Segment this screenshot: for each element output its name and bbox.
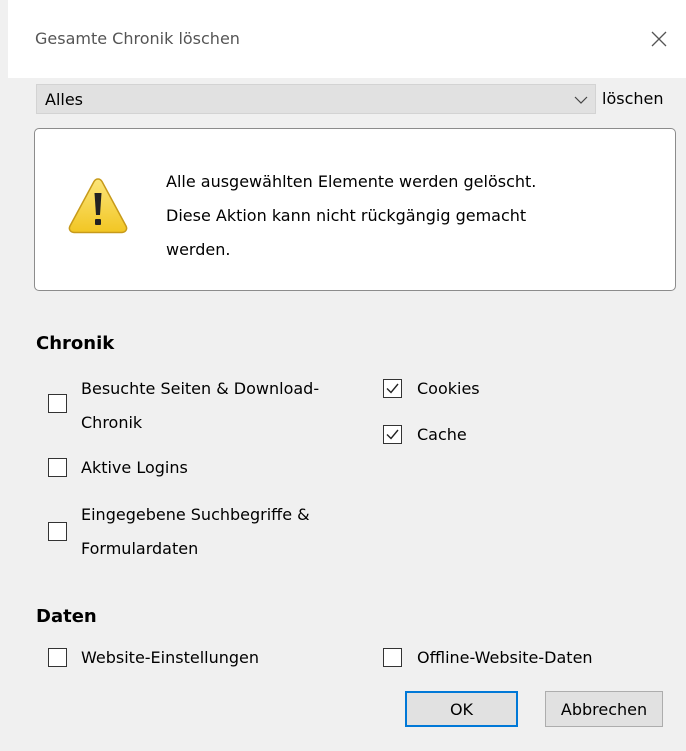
window-edge (0, 0, 8, 751)
window-title: Gesamte Chronik löschen (35, 29, 240, 48)
browsing-history-label-1: Besuchte Seiten & Download- (81, 379, 320, 398)
warning-box: Alle ausgewählten Elemente werden gelösc… (34, 128, 676, 291)
checkbox-box[interactable] (383, 379, 402, 398)
cookies-label: Cookies (417, 379, 480, 398)
warning-line-3: werden. (166, 240, 231, 259)
warning-icon (68, 178, 128, 234)
history-section-title: Chronik (36, 333, 115, 354)
checkbox-box[interactable] (48, 522, 67, 541)
clear-history-dialog: Gesamte Chronik löschen Alles löschen Al… (0, 0, 686, 751)
chevron-down-icon (574, 96, 588, 104)
checkbox-box[interactable] (383, 648, 402, 667)
delete-label: löschen (602, 89, 664, 108)
checkbox-offline-data[interactable]: Offline-Website-Daten (383, 641, 643, 675)
close-button[interactable] (644, 24, 674, 54)
checkbox-label: Besuchte Seiten & Download- Chronik (81, 372, 319, 440)
form-search-label-1: Eingegebene Suchbegriffe & (81, 505, 310, 524)
checkbox-box[interactable] (48, 648, 67, 667)
checkbox-box[interactable] (383, 425, 402, 444)
checkbox-site-settings[interactable]: Website-Einstellungen (48, 641, 348, 675)
cancel-button[interactable]: Abbrechen (545, 691, 663, 727)
checkbox-label: Eingegebene Suchbegriffe & Formulardaten (81, 498, 310, 566)
checkbox-cookies[interactable]: Cookies (383, 372, 583, 406)
checkmark-icon (386, 429, 399, 440)
checkbox-form-search-history[interactable]: Eingegebene Suchbegriffe & Formulardaten (48, 498, 348, 568)
time-range-select[interactable]: Alles (36, 84, 596, 114)
checkbox-browsing-history[interactable]: Besuchte Seiten & Download- Chronik (48, 372, 348, 442)
ok-button[interactable]: OK (405, 691, 518, 727)
close-icon (651, 31, 667, 47)
time-range-value: Alles (45, 89, 84, 109)
checkmark-icon (386, 383, 399, 394)
cache-label: Cache (417, 425, 467, 444)
data-section-title: Daten (36, 606, 97, 627)
title-bar: Gesamte Chronik löschen (8, 0, 686, 78)
time-range-row: Alles löschen (36, 84, 682, 114)
form-search-label-2: Formulardaten (81, 539, 199, 558)
site-settings-label: Website-Einstellungen (81, 648, 260, 667)
offline-data-label: Offline-Website-Daten (417, 648, 593, 667)
checkbox-box[interactable] (48, 458, 67, 477)
checkbox-cache[interactable]: Cache (383, 418, 583, 452)
browsing-history-label-2: Chronik (81, 413, 143, 432)
active-logins-label: Aktive Logins (81, 458, 188, 477)
checkbox-active-logins[interactable]: Aktive Logins (48, 451, 348, 485)
warning-line-1: Alle ausgewählten Elemente werden gelösc… (166, 172, 537, 191)
warning-line-2: Diese Aktion kann nicht rückgängig gemac… (166, 206, 527, 225)
checkbox-box[interactable] (48, 394, 67, 413)
warning-text: Alle ausgewählten Elemente werden gelösc… (166, 165, 596, 267)
